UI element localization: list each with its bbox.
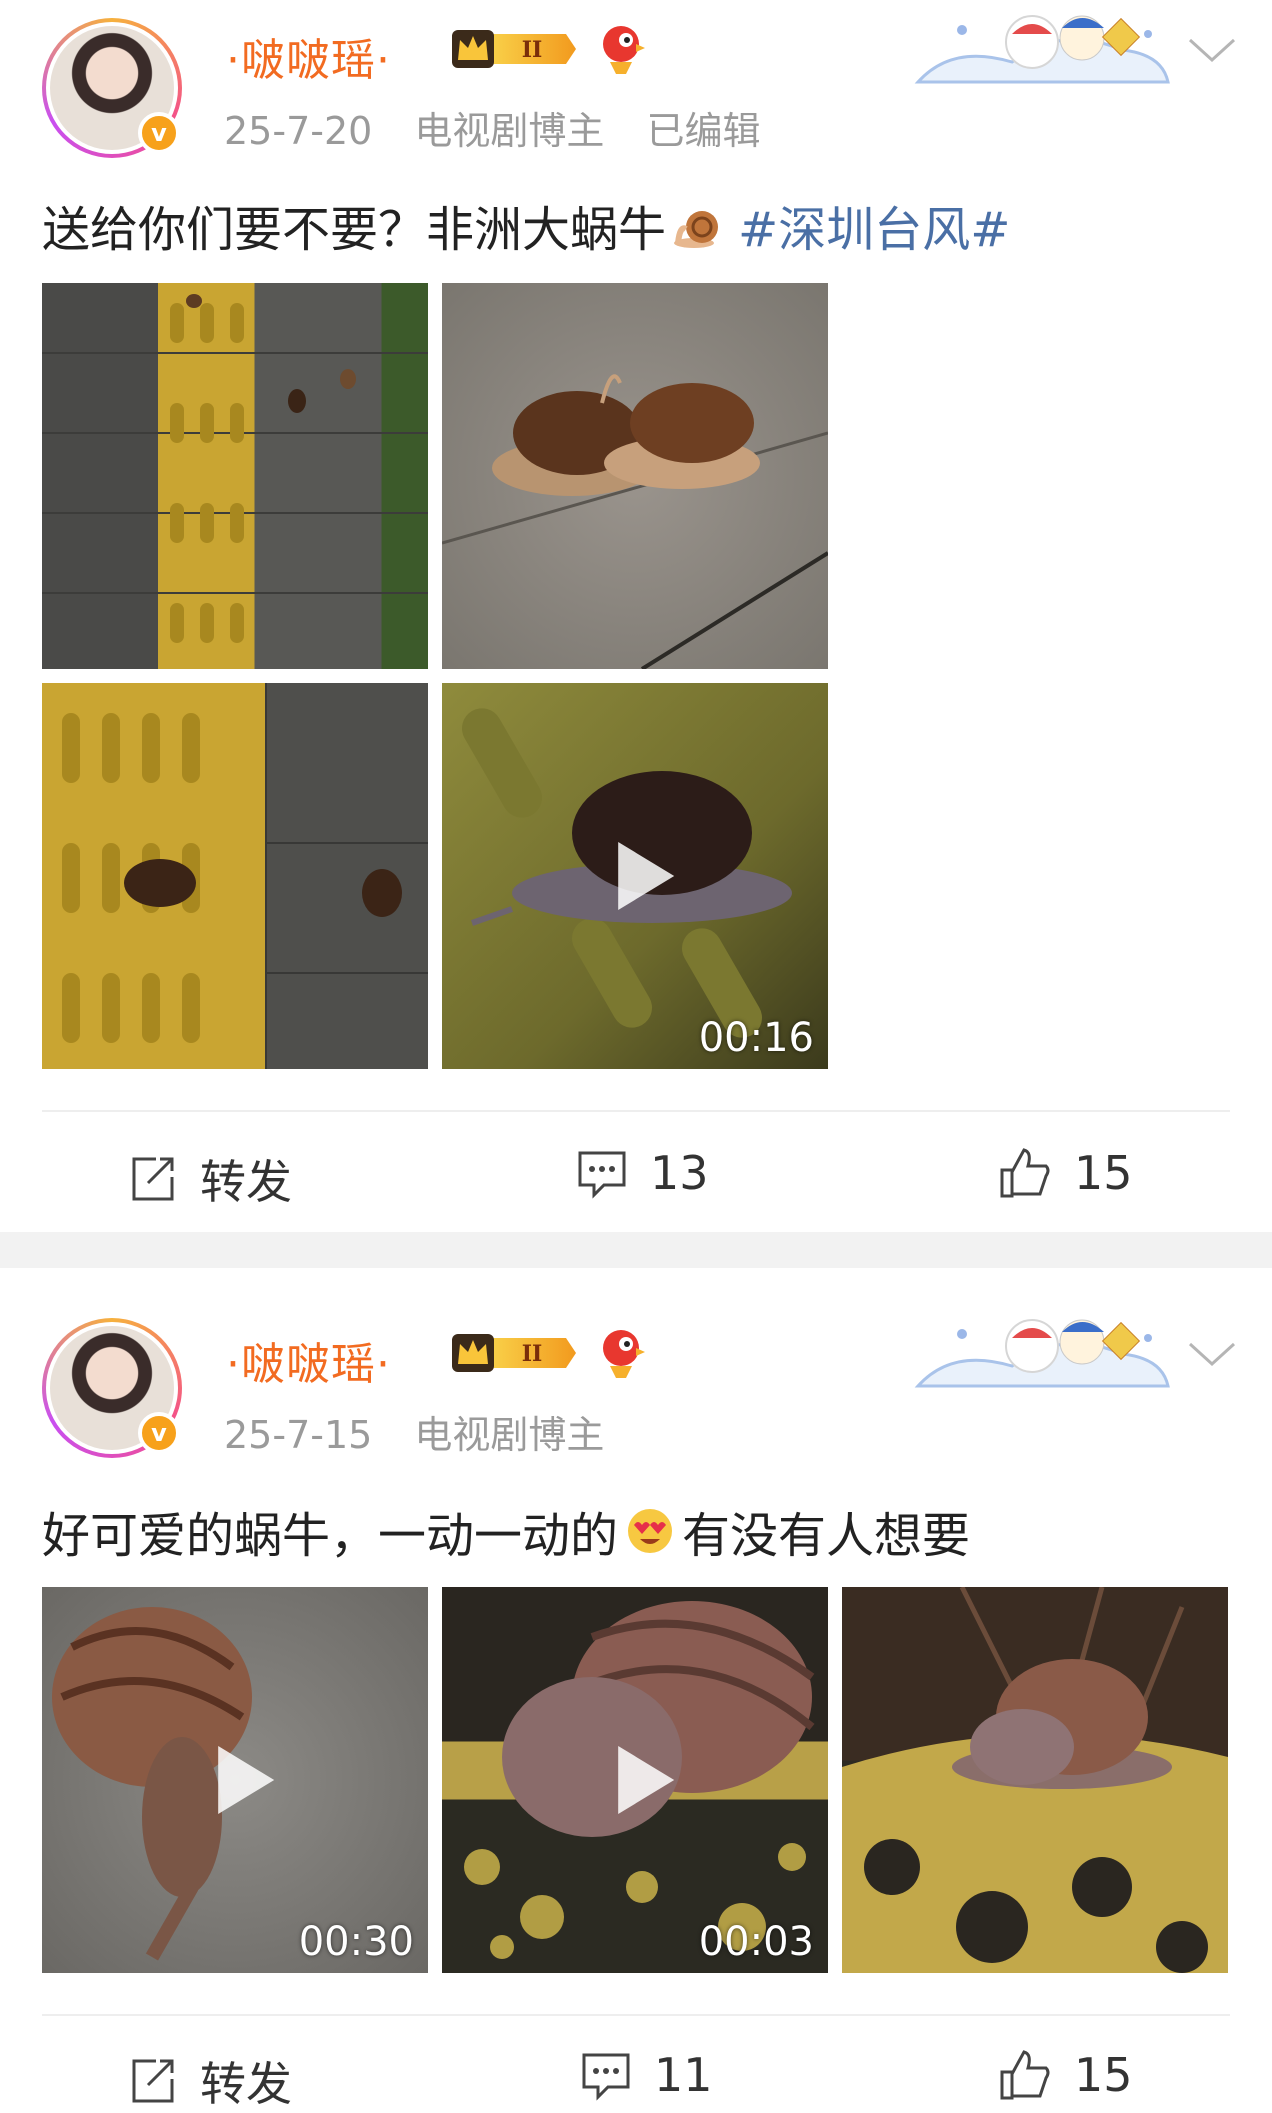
divider (42, 1110, 1230, 1112)
comment-icon (578, 1151, 626, 1199)
post-video[interactable]: 00:03 (442, 1587, 828, 1973)
video-duration: 00:03 (698, 1919, 814, 1965)
post-body: 送给你们要不要？非洲大蜗牛 (42, 202, 667, 258)
feed-post: v ·啵啵瑶· II 25-7-15 电视剧博主 好可爱的蜗牛，一动一动的 有没… (0, 1268, 1272, 2113)
post-date: 25-7-15 (224, 1413, 373, 1457)
svg-text:II: II (522, 1341, 543, 1367)
repost-button[interactable]: 转发 (126, 1146, 292, 1212)
comment-count: 11 (654, 2048, 713, 2102)
like-count: 15 (1074, 1146, 1133, 1200)
snail-emoji-icon (674, 211, 719, 248)
post-video[interactable]: 00:16 (442, 683, 828, 1069)
feed-post: v ·啵啵瑶· II 25-7-20 电视剧博主 已编辑 送给你们要不要？非洲大… (0, 0, 1272, 1232)
post-image[interactable] (842, 1587, 1228, 1973)
snail-photo-icon (442, 374, 828, 669)
snail-photo-icon (62, 683, 428, 1069)
edited-label: 已编辑 (646, 109, 761, 153)
play-icon[interactable] (218, 1746, 275, 1814)
repost-button[interactable]: 转发 (126, 2048, 292, 2113)
like-button[interactable]: 15 (998, 2048, 1133, 2102)
video-duration: 00:16 (698, 1015, 814, 1061)
username[interactable]: ·啵啵瑶· (226, 24, 391, 88)
share-icon (132, 1157, 174, 1201)
thumbs-up-icon (1000, 2050, 1050, 2100)
verified-badge-icon: v (138, 1412, 180, 1454)
post-image[interactable] (42, 683, 428, 1069)
author-role: 电视剧博主 (414, 109, 605, 153)
post-text: 好可爱的蜗牛，一动一动的 有没有人想要 (42, 1496, 970, 1566)
divider (42, 2014, 1230, 2016)
post-image[interactable] (42, 283, 428, 669)
thumbs-up-icon (1000, 1148, 1050, 1198)
play-icon[interactable] (618, 1746, 675, 1814)
post-meta: 25-7-20 电视剧博主 已编辑 (224, 100, 791, 155)
post-meta: 25-7-15 电视剧博主 (224, 1404, 634, 1459)
like-count: 15 (1074, 2048, 1133, 2102)
svg-text:II: II (522, 37, 543, 63)
verified-badge-icon: v (138, 112, 180, 154)
post-body-rest: 有没有人想要 (682, 1508, 971, 1564)
post-date: 25-7-20 (224, 109, 373, 153)
mascot-bird-icon (603, 26, 645, 74)
post-separator (0, 1232, 1272, 1268)
avatar[interactable]: v (42, 1318, 182, 1458)
username[interactable]: ·啵啵瑶· (226, 1328, 391, 1392)
post-text: 送给你们要不要？非洲大蜗牛 #深圳台风# (42, 190, 1010, 260)
crown-rank-icon: II (452, 1334, 576, 1372)
post-image[interactable] (442, 283, 828, 669)
author-role: 电视剧博主 (414, 1413, 605, 1457)
snail-photo-icon (42, 294, 428, 643)
video-duration: 00:30 (298, 1919, 414, 1965)
repost-label: 转发 (200, 2057, 292, 2111)
comment-count: 13 (650, 1146, 709, 1200)
play-icon[interactable] (618, 842, 675, 910)
comment-button[interactable]: 11 (580, 2048, 713, 2102)
snail-photo-icon (842, 1587, 1228, 1973)
chevron-down-icon[interactable] (1186, 1338, 1238, 1368)
post-body: 好可爱的蜗牛，一动一动的 (42, 1508, 619, 1564)
heart-eyes-emoji-icon (628, 1509, 673, 1553)
hashtag-link[interactable]: #深圳台风# (738, 190, 1010, 260)
chevron-down-icon[interactable] (1186, 34, 1238, 64)
comment-button[interactable]: 13 (576, 1146, 709, 1200)
snowman-sticker-icon (914, 1319, 1170, 1388)
post-video[interactable]: 00:30 (42, 1587, 428, 1973)
snowman-sticker-icon (914, 15, 1170, 84)
share-icon (132, 2059, 174, 2103)
like-button[interactable]: 15 (998, 1146, 1133, 1200)
comment-icon (582, 2053, 630, 2101)
avatar[interactable]: v (42, 18, 182, 158)
repost-label: 转发 (200, 1155, 292, 1209)
mascot-bird-icon (603, 1330, 645, 1378)
crown-rank-icon: II (452, 30, 576, 68)
